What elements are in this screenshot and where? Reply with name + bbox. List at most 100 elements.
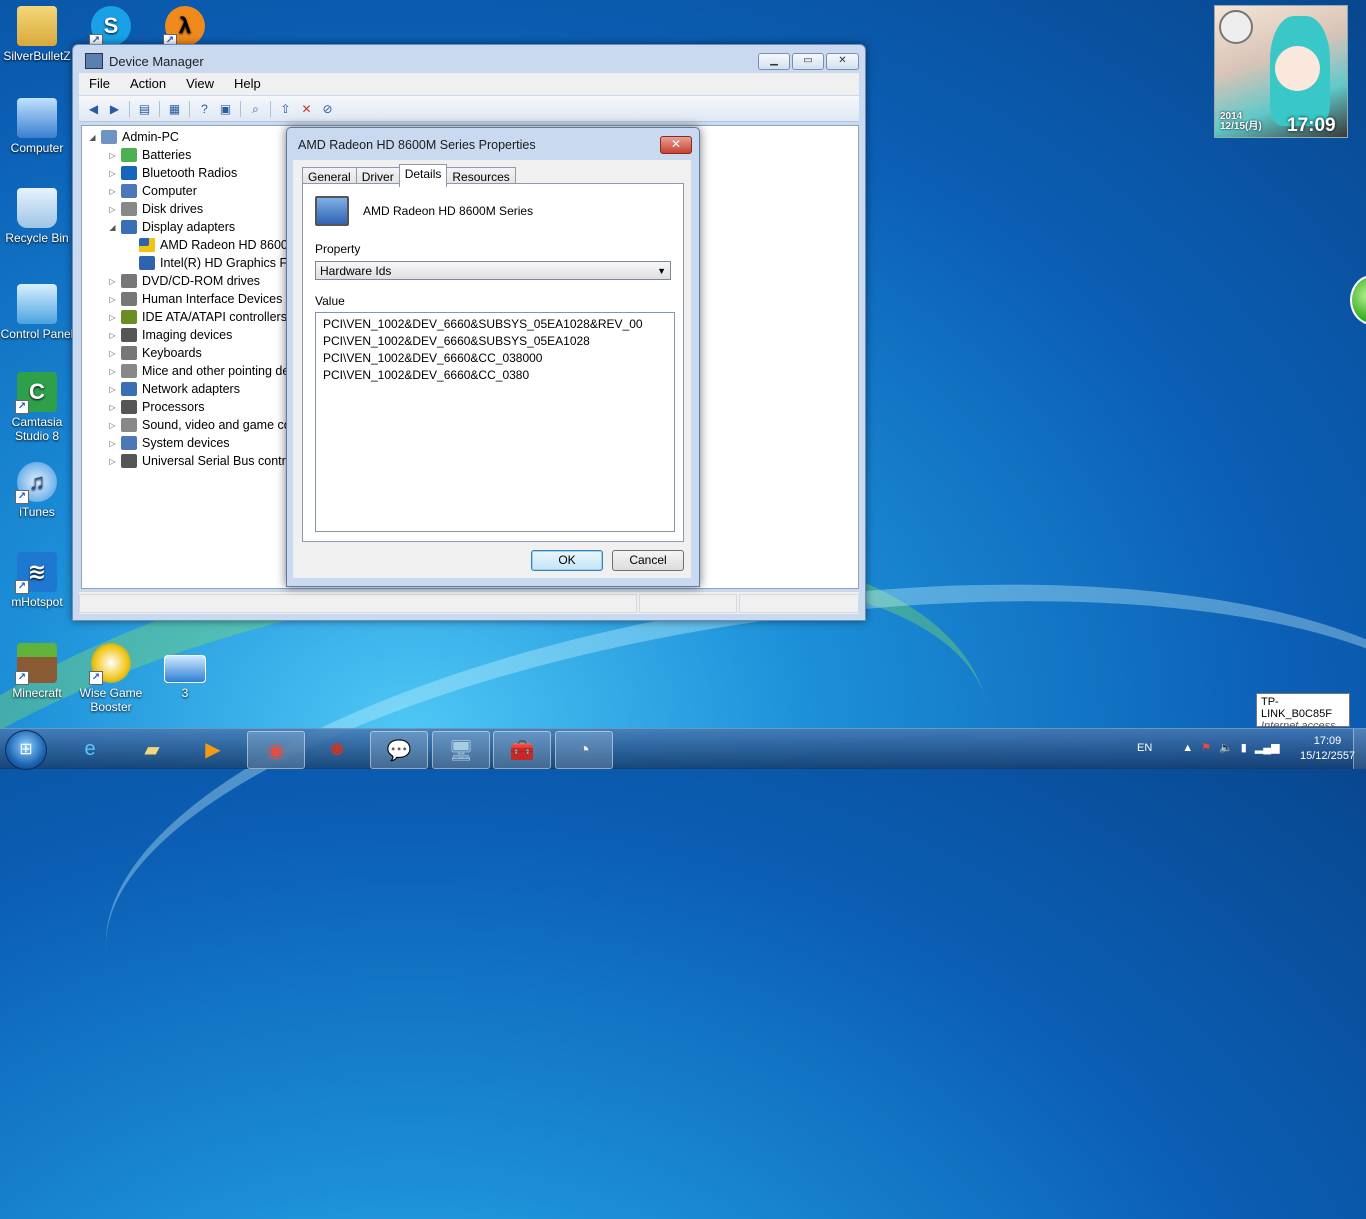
tree-category-item[interactable]: ▷ Bluetooth Radios bbox=[108, 164, 237, 182]
expand-arrow-icon[interactable]: ▷ bbox=[108, 349, 117, 358]
maximize-button[interactable]: ▭ bbox=[792, 53, 824, 70]
cancel-button[interactable]: Cancel bbox=[612, 550, 684, 571]
desktop-icon-wise-game-booster[interactable]: ↗ Wise Game Booster bbox=[74, 643, 148, 714]
dialog-close-button[interactable]: ✕ bbox=[660, 136, 692, 154]
value-list-item[interactable]: PCI\VEN_1002&DEV_6660&CC_0380 bbox=[316, 367, 674, 384]
tree-category-item[interactable]: ▷ System devices bbox=[108, 434, 230, 452]
tree-category-item[interactable]: ▷ Network adapters bbox=[108, 380, 240, 398]
update-driver-icon[interactable]: ⇧ bbox=[277, 101, 294, 117]
value-list-item[interactable]: PCI\VEN_1002&DEV_6660&SUBSYS_05EA1028 bbox=[316, 333, 674, 350]
expand-arrow-icon[interactable]: ▷ bbox=[108, 295, 117, 304]
expand-arrow-icon[interactable]: ▷ bbox=[108, 421, 117, 430]
taskbar-date: 15/12/2557 bbox=[1300, 750, 1356, 762]
desktop-icon-minecraft[interactable]: ↗ Minecraft bbox=[0, 643, 74, 700]
chrome-icon[interactable]: ◉ bbox=[247, 731, 305, 769]
back-icon[interactable]: ◀ bbox=[85, 101, 102, 117]
expand-arrow-icon[interactable]: ▷ bbox=[108, 313, 117, 322]
desktop-icon-skype[interactable]: S ↗ bbox=[74, 6, 148, 49]
taskbar-clock[interactable]: 17:09 15/12/2557 bbox=[1300, 734, 1355, 764]
expand-arrow-icon[interactable]: ▷ bbox=[108, 367, 117, 376]
desktop-icon-silverbulletz[interactable]: SilverBulletZ bbox=[0, 6, 74, 63]
media-player-icon[interactable]: ▶ bbox=[185, 731, 241, 767]
desktop-icon-halflife[interactable]: λ ↗ bbox=[148, 6, 222, 49]
device-manager-taskbar-icon[interactable]: 🖥 bbox=[432, 731, 490, 769]
tree-category-item[interactable]: ▷ Processors bbox=[108, 398, 205, 416]
device-category-icon bbox=[121, 274, 137, 288]
device-category-icon bbox=[121, 364, 137, 378]
properties-icon[interactable]: ▦ bbox=[166, 101, 183, 117]
tree-category-item[interactable]: ▷ IDE ATA/ATAPI controllers bbox=[108, 308, 287, 326]
menu-view[interactable]: View bbox=[176, 73, 224, 95]
menu-file[interactable]: File bbox=[79, 73, 120, 95]
uninstall-icon[interactable]: ✕ bbox=[298, 101, 315, 117]
scan-hardware-icon[interactable]: ⌕ bbox=[247, 101, 264, 117]
desktop-icon-itunes[interactable]: ♫ ↗ iTunes bbox=[0, 462, 74, 519]
desktop-icon-recycle-bin[interactable]: Recycle Bin bbox=[0, 188, 74, 245]
desktop-icon-computer[interactable]: Computer bbox=[0, 98, 74, 155]
ok-button[interactable]: OK bbox=[531, 550, 603, 571]
recycle-bin-icon bbox=[17, 188, 57, 228]
show-desktop-button[interactable] bbox=[1353, 729, 1366, 769]
flag-icon[interactable]: ⚑ bbox=[1201, 741, 1211, 754]
desktop-icon-3[interactable]: 3 bbox=[148, 655, 222, 700]
minimize-button[interactable]: ▁ bbox=[758, 53, 790, 70]
tree-category-item[interactable]: ▷ Disk drives bbox=[108, 200, 203, 218]
collapse-arrow-icon[interactable]: ◢ bbox=[108, 223, 117, 232]
volume-icon[interactable]: 🔈 bbox=[1219, 741, 1233, 754]
close-button[interactable]: ✕ bbox=[826, 53, 859, 70]
expand-arrow-icon[interactable]: ▷ bbox=[108, 457, 117, 466]
expand-arrow-icon[interactable]: ▷ bbox=[108, 187, 117, 196]
expand-arrow-icon[interactable]: ▷ bbox=[108, 277, 117, 286]
desktop-icon-camtasia[interactable]: C ↗ Camtasia Studio 8 bbox=[0, 372, 74, 443]
menu-action[interactable]: Action bbox=[120, 73, 176, 95]
file-explorer-icon[interactable]: ▰ bbox=[124, 731, 180, 767]
tree-category-item[interactable]: ▷ DVD/CD-ROM drives bbox=[108, 272, 260, 290]
desktop-icon-control-panel[interactable]: Control Panel bbox=[0, 284, 74, 341]
internet-explorer-icon[interactable]: e bbox=[62, 731, 118, 767]
tree-category-item[interactable]: ▷ Batteries bbox=[108, 146, 191, 164]
tree-category-item[interactable]: ▷ Computer bbox=[108, 182, 197, 200]
details-panel: AMD Radeon HD 8600M Series Property Hard… bbox=[302, 183, 684, 542]
desktop-clock-gadget[interactable]: 2014 12/15(月) 17:09 bbox=[1214, 5, 1348, 138]
wifi-ssid: TP-LINK_B0C85F bbox=[1261, 696, 1332, 720]
properties-dialog[interactable]: AMD Radeon HD 8600M Series Properties ✕ … bbox=[286, 127, 700, 587]
camtasia-recorder-icon[interactable]: ◔ bbox=[555, 731, 613, 769]
game-character-icon[interactable]: ☻ bbox=[309, 731, 365, 767]
tree-category-item[interactable]: ▷ Imaging devices bbox=[108, 326, 232, 344]
language-indicator[interactable]: EN bbox=[1137, 742, 1152, 754]
expand-arrow-icon[interactable]: ▷ bbox=[108, 205, 117, 214]
forward-icon[interactable]: ▶ bbox=[106, 101, 123, 117]
power-icon[interactable]: ▮ bbox=[1241, 741, 1247, 754]
show-hide-console-tree-icon[interactable]: ▤ bbox=[136, 101, 153, 117]
property-dropdown[interactable]: Hardware Ids ▼ bbox=[315, 261, 671, 280]
expand-arrow-icon[interactable]: ▷ bbox=[108, 385, 117, 394]
tab-details[interactable]: Details bbox=[398, 164, 448, 187]
itunes-icon: ♫ ↗ bbox=[15, 462, 57, 504]
help-icon[interactable]: ? bbox=[196, 101, 213, 117]
show-hidden-icons-icon[interactable]: ▲ bbox=[1182, 742, 1193, 754]
value-list-item[interactable]: PCI\VEN_1002&DEV_6660&CC_038000 bbox=[316, 350, 674, 367]
menu-help[interactable]: Help bbox=[224, 73, 271, 95]
tree-category-item[interactable]: ▷ Human Interface Devices bbox=[108, 290, 282, 308]
network-signal-icon[interactable]: ▂▄▆ bbox=[1255, 741, 1280, 754]
start-button[interactable]: ⊞ bbox=[5, 730, 47, 770]
expand-arrow-icon[interactable]: ▷ bbox=[108, 439, 117, 448]
disable-device-icon[interactable]: ⊘ bbox=[319, 101, 336, 117]
expand-arrow-icon[interactable]: ▷ bbox=[108, 403, 117, 412]
desktop-icon-mhotspot[interactable]: ≋ ↗ mHotspot bbox=[0, 552, 74, 609]
tree-category-item[interactable]: ◢ Display adapters bbox=[108, 218, 235, 236]
tree-category-item[interactable]: ▷ Keyboards bbox=[108, 344, 202, 362]
value-list[interactable]: PCI\VEN_1002&DEV_6660&SUBSYS_05EA1028&RE… bbox=[315, 312, 675, 532]
expand-arrow-icon[interactable]: ▷ bbox=[108, 169, 117, 178]
floating-widget[interactable] bbox=[1350, 275, 1366, 325]
collapse-arrow-icon[interactable]: ◢ bbox=[88, 133, 97, 142]
value-list-item[interactable]: PCI\VEN_1002&DEV_6660&SUBSYS_05EA1028&RE… bbox=[316, 316, 674, 333]
expand-arrow-icon[interactable]: ▷ bbox=[108, 331, 117, 340]
property-selected-value: Hardware Ids bbox=[320, 264, 392, 278]
tree-category-item[interactable]: ▷ Universal Serial Bus controllers bbox=[108, 452, 316, 470]
chat-icon[interactable]: 💬 bbox=[370, 731, 428, 769]
expand-arrow-icon[interactable]: ▷ bbox=[108, 151, 117, 160]
action-pane-icon[interactable]: ▣ bbox=[217, 101, 234, 117]
tree-root[interactable]: ◢ Admin-PC bbox=[88, 128, 179, 146]
toolbox-icon[interactable]: 🧰 bbox=[493, 731, 551, 769]
